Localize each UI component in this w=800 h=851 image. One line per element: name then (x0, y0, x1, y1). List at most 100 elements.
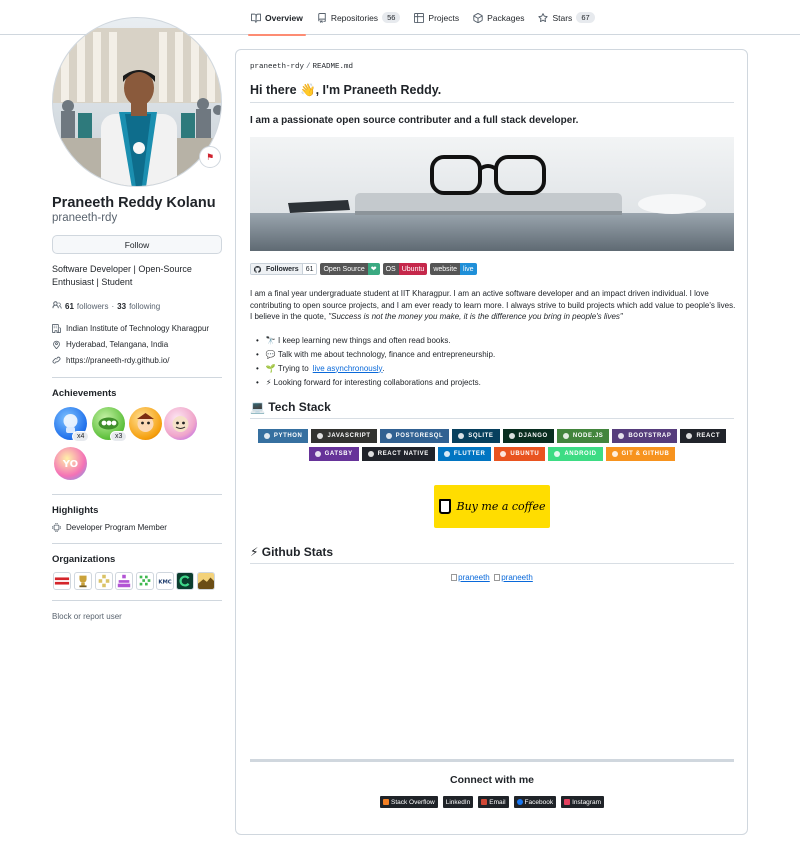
org-avatar[interactable]: KMC (156, 572, 174, 590)
tech-badge: BOOTSTRAP (612, 429, 678, 443)
readme-title: Hi there 👋, I'm Praneeth Reddy. (250, 83, 734, 103)
tech-badge: REACT (680, 429, 727, 443)
readme-breadcrumb: praneeth-rdy / README.md (250, 63, 353, 71)
followers-link[interactable]: followers (77, 302, 109, 311)
tab-packages[interactable]: Packages (466, 0, 531, 35)
org-avatar[interactable] (176, 572, 194, 590)
tech-logo-icon (314, 451, 321, 457)
github-stats-heading: ⚡ Github Stats (250, 545, 734, 564)
website-shield[interactable]: website live (430, 263, 477, 275)
facebook-badge[interactable]: Facebook (513, 796, 557, 808)
website-link[interactable]: https://praneeth-rdy.github.io/ (66, 356, 169, 365)
list-item: ⚡ Looking forward for interesting collab… (256, 375, 495, 389)
linkedin-badge[interactable]: LinkedIn (442, 796, 474, 808)
tech-badge: SQLITE (452, 429, 500, 443)
tab-packages-label: Packages (487, 12, 525, 23)
tab-overview[interactable]: Overview (244, 0, 310, 36)
os-shield[interactable]: OS Ubuntu (382, 263, 428, 275)
tab-projects[interactable]: Projects (407, 0, 466, 35)
achievements-heading: Achievements (52, 388, 117, 399)
breadcrumb-file[interactable]: README.md (313, 63, 354, 71)
tech-badge-label: BOOTSTRAP (628, 433, 672, 439)
instagram-icon (564, 799, 571, 805)
follow-button[interactable]: Follow (52, 235, 222, 254)
repositories-count-badge: 56 (382, 12, 401, 23)
instagram-badge[interactable]: Instagram (561, 796, 604, 808)
live-async-link[interactable]: live asynchronously (313, 364, 383, 373)
tech-badge-label: FLUTTER (453, 451, 486, 457)
stars-count-badge: 67 (576, 12, 595, 23)
breadcrumb-user[interactable]: praneeth-rdy (250, 63, 304, 71)
followers-shield-label: Followers (266, 264, 302, 274)
tech-logo-icon (263, 433, 270, 439)
tab-stars[interactable]: Stars 67 (531, 0, 601, 35)
following-link[interactable]: following (129, 302, 160, 311)
profile-tabs: Overview Repositories 56 Projects Packag… (244, 0, 602, 36)
highlight-text: Developer Program Member (66, 523, 167, 532)
org-avatar[interactable] (197, 572, 215, 590)
readme-intro-paragraph: I am a final year undergraduate student … (250, 288, 736, 323)
stackoverflow-label: Stack Overflow (390, 798, 435, 806)
followers-shield[interactable]: Followers 61 (250, 263, 318, 275)
stats-image-link[interactable]: praneeth (501, 573, 533, 582)
bullet-suffix: . (382, 363, 385, 373)
email-badge[interactable]: Email (478, 796, 509, 808)
tech-badge: REACT NATIVE (361, 447, 435, 461)
tech-badge-label: PYTHON (273, 433, 303, 439)
profile-organization: Indian Institute of Technology Kharagpur (52, 324, 209, 333)
tech-badge-label: JAVASCRIPT (327, 433, 371, 439)
followers-shield-count: 61 (301, 264, 317, 274)
achievement-badge[interactable] (129, 407, 162, 440)
svg-text:YO: YO (62, 459, 78, 470)
stats-separator: · (111, 301, 115, 311)
readme-shields: Followers 61 Open Source ❤ OS Ubuntu web… (250, 263, 477, 275)
profile-website: https://praneeth-rdy.github.io/ (52, 356, 169, 365)
achievement-count: x3 (110, 431, 128, 442)
org-avatar[interactable] (53, 572, 71, 590)
org-avatar[interactable] (115, 572, 133, 590)
bullet-text: 🔭 I keep learning new things and often r… (265, 335, 451, 345)
avatar[interactable] (52, 17, 222, 187)
status-flag-icon[interactable]: ⚑ (199, 146, 221, 168)
tab-repositories[interactable]: Repositories 56 (310, 0, 408, 35)
sidebar-divider (52, 494, 222, 495)
github-shield-icon (251, 264, 266, 274)
tech-badge: UBUNTU (494, 447, 546, 461)
tech-badge-label: REACT NATIVE (377, 451, 429, 457)
followers-count[interactable]: 61 (65, 302, 74, 311)
tech-logo-icon (367, 451, 374, 457)
tech-logo-icon (385, 433, 392, 439)
profile-readme: praneeth-rdy / README.md Hi there 👋, I'm P… (235, 49, 748, 835)
stackoverflow-badge[interactable]: Stack Overflow (379, 796, 438, 808)
sidebar-divider (52, 543, 222, 544)
location-icon (52, 340, 61, 349)
achievement-badge[interactable]: YO (54, 447, 87, 480)
open-source-shield-label: Open Source (320, 263, 368, 275)
readme-bullet-list: 🔭 I keep learning new things and often r… (256, 333, 495, 389)
tab-projects-label: Projects (428, 12, 460, 23)
tech-logo-icon (686, 433, 693, 439)
tech-badge-label: GIT & GITHUB (621, 451, 670, 457)
org-avatar[interactable] (95, 572, 113, 590)
list-item: 🔭 I keep learning new things and often r… (256, 333, 495, 347)
tech-logo-icon (508, 433, 515, 439)
highlights-heading: Highlights (52, 505, 99, 516)
broken-image-icon (451, 574, 458, 581)
org-avatar[interactable] (136, 572, 154, 590)
profile-full-name: Praneeth Reddy Kolanu (52, 195, 216, 211)
open-source-shield[interactable]: Open Source ❤ (320, 263, 380, 275)
tech-badge: NODE.JS (556, 429, 610, 443)
table-icon (414, 12, 425, 23)
profile-location: Hyderabad, Telangana, India (52, 340, 168, 349)
buy-me-a-coffee-button[interactable]: Buy me a coffee (434, 485, 550, 528)
org-avatar[interactable] (74, 572, 92, 590)
tech-badge: POSTGRESQL (379, 429, 450, 443)
following-count[interactable]: 33 (117, 302, 126, 311)
block-report-link[interactable]: Block or report user (52, 612, 122, 621)
email-icon (481, 799, 488, 805)
linkedin-label: LinkedIn (445, 798, 471, 806)
highlight-item: Developer Program Member (52, 523, 167, 532)
stats-image-link[interactable]: praneeth (458, 573, 490, 582)
tech-badge-label: NODE.JS (572, 433, 604, 439)
achievement-badge[interactable] (164, 407, 197, 440)
